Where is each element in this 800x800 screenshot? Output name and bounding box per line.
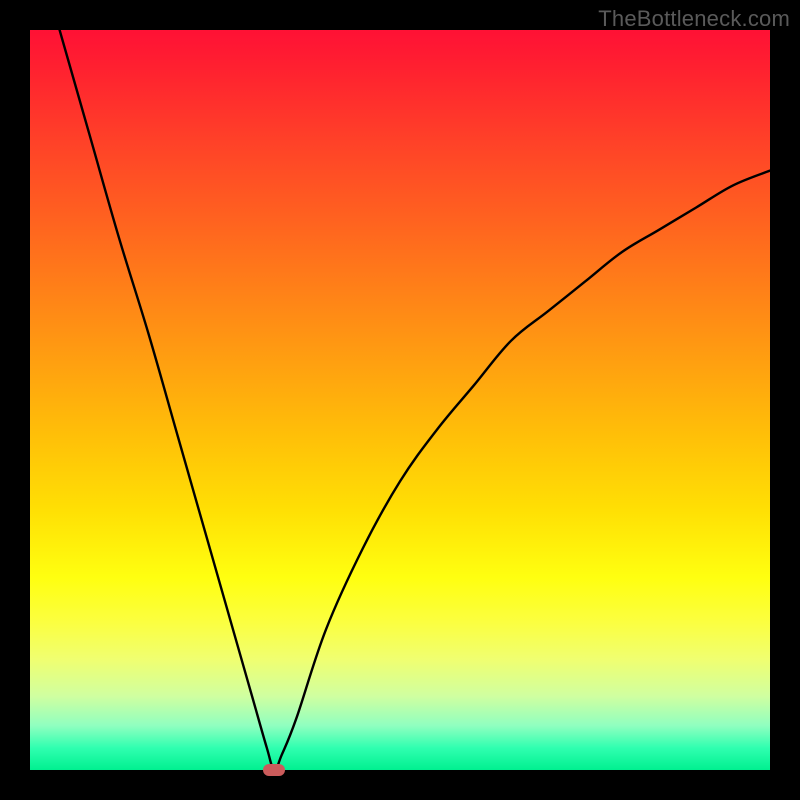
chart-container: TheBottleneck.com <box>0 0 800 800</box>
plot-area <box>30 30 770 770</box>
curve-svg <box>30 30 770 770</box>
optimum-marker <box>263 764 285 776</box>
watermark-text: TheBottleneck.com <box>598 6 790 32</box>
bottleneck-curve <box>60 30 770 770</box>
